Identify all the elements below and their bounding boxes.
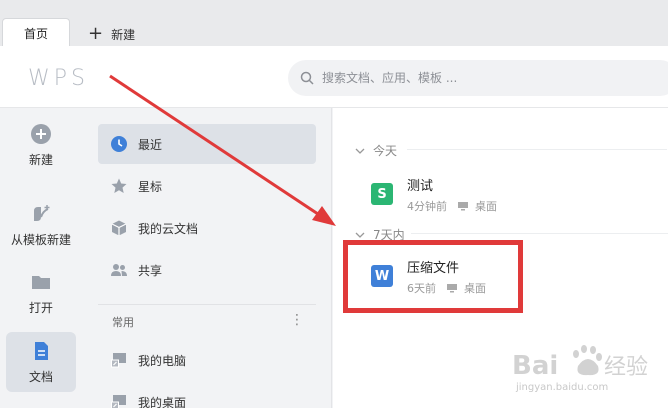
watermark-url: jingyan.baidu.com xyxy=(516,382,609,393)
svg-text:Bai: Bai xyxy=(512,351,558,381)
svg-text:经验: 经验 xyxy=(604,355,648,380)
